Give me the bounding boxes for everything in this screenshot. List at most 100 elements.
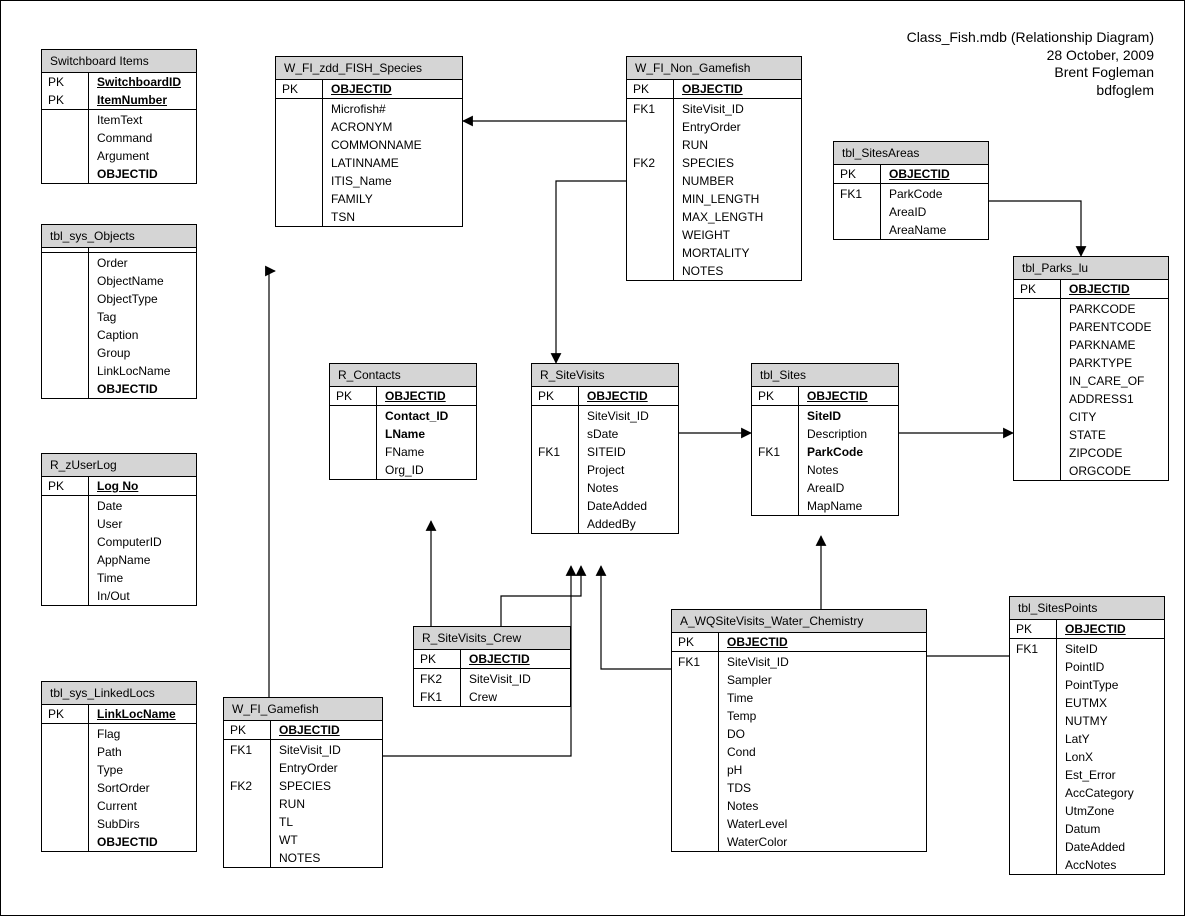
field-name: SortOrder [89, 779, 197, 797]
field-name: TL [271, 813, 383, 831]
field-name: ADDRESS1 [1061, 390, 1169, 408]
key-type [672, 815, 719, 833]
key-type: PK [1014, 280, 1061, 298]
field-name: Crew [461, 688, 571, 706]
key-type: PK [42, 91, 89, 109]
field-name: LonX [1057, 748, 1165, 766]
entity-wq: A_WQSiteVisits_Water_ChemistryPKOBJECTID… [671, 609, 927, 852]
key-type [1014, 408, 1061, 426]
key-type: FK1 [672, 653, 719, 671]
field-name: MAX_LENGTH [674, 208, 802, 226]
key-type [1014, 372, 1061, 390]
entity-fields: PKOBJECTIDFK1ParkCodeAreaIDAreaName [834, 165, 988, 239]
field-name: ItemText [89, 111, 197, 129]
key-type [42, 362, 89, 380]
key-type [627, 136, 674, 154]
key-type [672, 707, 719, 725]
field-name: pH [719, 761, 927, 779]
field-name: Caption [89, 326, 197, 344]
field-name: OBJECTID [719, 633, 927, 651]
entity-userlog: R_zUserLogPKLog NoDateUserComputerIDAppN… [41, 453, 197, 606]
key-type [627, 172, 674, 190]
key-type [42, 533, 89, 551]
field-name: MapName [799, 497, 899, 515]
field-name: OBJECTID [674, 80, 802, 98]
field-name: Temp [719, 707, 927, 725]
key-type [1010, 856, 1057, 874]
field-name: SiteVisit_ID [461, 670, 571, 688]
field-name: MORTALITY [674, 244, 802, 262]
field-name: Sampler [719, 671, 927, 689]
key-type [672, 761, 719, 779]
field-name: ACRONYM [323, 118, 463, 136]
field-name: NUMBER [674, 172, 802, 190]
entity-parkslu: tbl_Parks_luPKOBJECTIDPARKCODEPARENTCODE… [1013, 256, 1169, 481]
field-name: Type [89, 761, 197, 779]
entity-title: R_zUserLog [42, 454, 196, 477]
field-name: TDS [719, 779, 927, 797]
key-type [1010, 694, 1057, 712]
field-name: OBJECTID [89, 380, 197, 398]
field-name: Argument [89, 147, 197, 165]
key-type [1010, 712, 1057, 730]
key-type [1010, 676, 1057, 694]
field-name: OBJECTID [271, 721, 383, 739]
field-name: IN_CARE_OF [1061, 372, 1169, 390]
key-type: FK1 [224, 741, 271, 759]
field-name: ItemNumber [89, 91, 197, 109]
field-name: ObjectType [89, 290, 197, 308]
key-type: PK [330, 387, 377, 405]
field-name: AppName [89, 551, 197, 569]
field-name: LATINNAME [323, 154, 463, 172]
field-name: Flag [89, 725, 197, 743]
key-type [42, 551, 89, 569]
entity-fields: PKOBJECTIDFK1SiteVisit_IDEntryOrderRUNFK… [627, 80, 801, 280]
key-type: FK1 [532, 443, 579, 461]
field-name: SiteID [799, 407, 899, 425]
key-type [42, 290, 89, 308]
key-type [1010, 730, 1057, 748]
entity-fields: PKOBJECTIDSiteVisit_IDsDateFK1SITEIDProj… [532, 387, 678, 533]
entity-fishspecies: W_FI_zdd_FISH_SpeciesPKOBJECTIDMicrofish… [275, 56, 463, 227]
key-type: PK [627, 80, 674, 98]
field-name: MIN_LENGTH [674, 190, 802, 208]
field-name: LinkLocName [89, 362, 197, 380]
entity-title: tbl_sys_Objects [42, 225, 196, 248]
key-type [276, 118, 323, 136]
key-type [834, 221, 881, 239]
field-name: STATE [1061, 426, 1169, 444]
field-name: WaterLevel [719, 815, 927, 833]
field-name: LatY [1057, 730, 1165, 748]
field-name: UtmZone [1057, 802, 1165, 820]
key-type [42, 111, 89, 129]
key-type [532, 461, 579, 479]
key-type [1014, 390, 1061, 408]
key-type [752, 479, 799, 497]
key-type: PK [532, 387, 579, 405]
entity-title: tbl_SitesAreas [834, 142, 988, 165]
entity-sitesareas: tbl_SitesAreasPKOBJECTIDFK1ParkCodeAreaI… [833, 141, 989, 240]
key-type [42, 587, 89, 605]
key-type [276, 154, 323, 172]
field-name: LinkLocName [89, 705, 197, 723]
entity-title: R_SiteVisits_Crew [414, 627, 570, 650]
key-type [1014, 354, 1061, 372]
key-type: PK [752, 387, 799, 405]
key-type [532, 479, 579, 497]
field-name: ParkCode [799, 443, 899, 461]
key-type [42, 380, 89, 398]
key-type: FK1 [627, 100, 674, 118]
field-name: Date [89, 497, 197, 515]
key-type [224, 813, 271, 831]
field-name: EntryOrder [674, 118, 802, 136]
field-name: Cond [719, 743, 927, 761]
entity-title: R_Contacts [330, 364, 476, 387]
key-type: FK1 [1010, 640, 1057, 658]
field-name: SPECIES [271, 777, 383, 795]
field-name: ParkCode [881, 185, 989, 203]
entity-fields: PKOBJECTIDContact_IDLNameFNameOrg_ID [330, 387, 476, 479]
field-name: PARKNAME [1061, 336, 1169, 354]
field-name: SiteVisit_ID [674, 100, 802, 118]
key-type: PK [42, 477, 89, 495]
diagram-canvas: Class_Fish.mdb (Relationship Diagram) 28… [0, 0, 1185, 916]
